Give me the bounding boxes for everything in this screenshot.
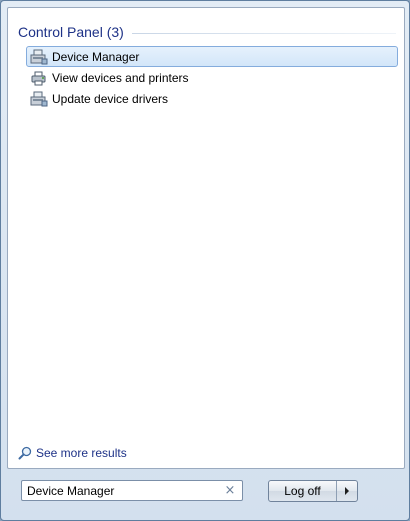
results-group-header[interactable]: Control Panel (3) xyxy=(18,22,396,42)
clear-search-icon[interactable]: × xyxy=(222,483,238,499)
group-title[interactable]: Control Panel (3) xyxy=(18,24,124,40)
search-results-pane: Control Panel (3) Device Manager View de… xyxy=(7,7,405,469)
device-drivers-icon xyxy=(30,91,48,106)
magnifier-icon xyxy=(18,446,32,460)
logoff-button[interactable]: Log off xyxy=(269,481,336,501)
devices-printers-icon xyxy=(31,71,46,85)
result-item-label: View devices and printers xyxy=(52,70,189,85)
result-item-label: Device Manager xyxy=(52,49,140,64)
result-item-update-device-drivers[interactable]: Update device drivers xyxy=(26,88,398,109)
search-input[interactable] xyxy=(22,481,222,500)
chevron-right-icon xyxy=(345,487,349,495)
result-item-label: Update device drivers xyxy=(52,91,169,106)
result-item-view-devices-printers[interactable]: View devices and printers xyxy=(26,67,398,88)
start-search-box[interactable]: × xyxy=(21,480,243,501)
device-manager-icon xyxy=(30,49,48,64)
see-more-results-link[interactable]: See more results xyxy=(18,446,127,460)
results-list: Device Manager View devices and printers xyxy=(26,46,398,109)
result-item-device-manager[interactable]: Device Manager xyxy=(26,46,398,67)
logoff-split-button: Log off xyxy=(268,480,358,502)
power-options-button[interactable] xyxy=(336,481,357,501)
see-more-label: See more results xyxy=(36,446,127,460)
group-divider xyxy=(131,32,396,34)
start-menu: Control Panel (3) Device Manager View de… xyxy=(0,0,410,521)
